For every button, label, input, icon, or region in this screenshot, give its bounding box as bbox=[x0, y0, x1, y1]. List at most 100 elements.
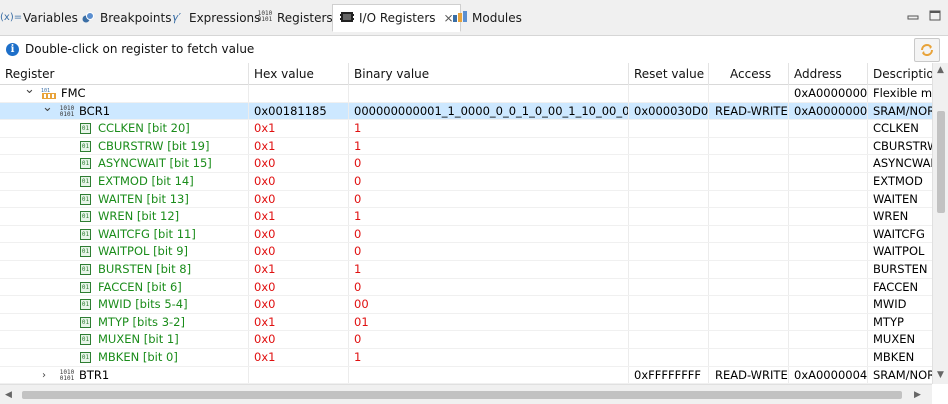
bitfield-icon: 01 bbox=[80, 158, 91, 170]
column-divider bbox=[708, 366, 709, 384]
bitfield-row[interactable]: 01 BURSTEN [bit 8] 0x1 1 BURSTEN bbox=[0, 261, 932, 279]
register-row[interactable]: › 1010 0101 BTR1 0xFFFFFFFF READ-WRITE 0xA0000… bbox=[0, 366, 932, 384]
binary-value: 0 bbox=[354, 279, 362, 294]
bitfield-row[interactable]: 01 FACCEN [bit 6] 0x0 0 FACCEN bbox=[0, 278, 932, 297]
tab-registers[interactable]: 1010 0101 Registers bbox=[257, 6, 333, 30]
bitfield-icon: 01 bbox=[80, 211, 91, 223]
maximize-icon[interactable] bbox=[929, 10, 941, 22]
bitfield-row[interactable]: 01 MWID [bits 5-4] 0x0 00 MWID bbox=[0, 296, 932, 314]
bitfield-row[interactable]: 01 WAITEN [bit 13] 0x0 0 WAITEN bbox=[0, 190, 932, 209]
column-header-reset-value[interactable]: Reset value bbox=[629, 63, 709, 85]
column-divider bbox=[788, 120, 789, 138]
hex-value: 0x0 bbox=[254, 174, 276, 188]
column-divider bbox=[867, 85, 868, 103]
bitfield-row[interactable]: 01 CCLKEN [bit 20] 0x1 1 CCLKEN bbox=[0, 120, 932, 138]
bitfield-icon: 01 bbox=[80, 264, 91, 275]
hex-value: 0x0 bbox=[254, 156, 276, 171]
bitfield-row[interactable]: 01 EXTMOD [bit 14] 0x0 0 EXTMOD bbox=[0, 173, 932, 191]
minimize-icon[interactable] bbox=[907, 10, 919, 22]
tab-variables[interactable]: (x)= Variables bbox=[0, 6, 78, 30]
refresh-button[interactable] bbox=[914, 38, 940, 62]
column-divider bbox=[708, 331, 709, 349]
horizontal-scroll-thumb[interactable] bbox=[22, 391, 902, 399]
register-name: MWID [bits 5-4] bbox=[98, 297, 188, 312]
hex-value: 0x1 bbox=[254, 138, 276, 153]
scroll-down-icon[interactable]: ▼ bbox=[937, 370, 944, 380]
tab-label: I/O Registers bbox=[359, 11, 436, 25]
tab-modules[interactable]: Modules bbox=[452, 6, 522, 30]
column-divider bbox=[628, 278, 629, 297]
expressions-icon: 𝛾′ bbox=[172, 11, 182, 24]
hex-value: 0x0 bbox=[254, 191, 276, 206]
tab-io-registers[interactable]: I/O Registers ⨯ bbox=[332, 4, 461, 32]
column-divider bbox=[348, 155, 349, 173]
chevron-down-icon[interactable]: ⌄ bbox=[24, 81, 35, 99]
scroll-right-icon[interactable]: ▶ bbox=[914, 390, 921, 400]
tab-expressions[interactable]: 𝛾′ Expressions bbox=[169, 6, 261, 30]
reset-value: 0xFFFFFFFF bbox=[634, 367, 702, 382]
bitfield-row[interactable]: 01 WAITCFG [bit 11] 0x0 0 WAITCFG bbox=[0, 225, 932, 244]
column-header-access[interactable]: Access bbox=[709, 63, 789, 85]
view-tab-bar: (x)= Variables Breakpoints 𝛾′ Expression… bbox=[0, 0, 948, 36]
scroll-up-icon[interactable]: ▲ bbox=[937, 65, 944, 75]
column-divider bbox=[867, 313, 868, 332]
bitfield-row[interactable]: 01 MBKEN [bit 0] 0x1 1 MBKEN bbox=[0, 349, 932, 367]
scroll-left-icon[interactable]: ◀ bbox=[5, 390, 12, 400]
column-divider bbox=[867, 278, 868, 297]
column-divider bbox=[708, 173, 709, 191]
variables-icon: (x)= bbox=[0, 12, 23, 23]
register-name: WAITCFG [bit 11] bbox=[98, 226, 196, 241]
column-header-address[interactable]: Address bbox=[789, 63, 868, 85]
chevron-down-icon[interactable]: ⌄ bbox=[42, 99, 53, 117]
column-divider bbox=[708, 137, 709, 156]
tab-breakpoints[interactable]: Breakpoints bbox=[80, 6, 171, 30]
column-divider bbox=[867, 243, 868, 261]
tab-label: Expressions bbox=[189, 11, 261, 25]
bitfield-row[interactable]: 01 WAITPOL [bit 9] 0x0 0 WAITPOL bbox=[0, 243, 932, 261]
column-divider bbox=[867, 296, 868, 314]
column-divider bbox=[628, 243, 629, 261]
horizontal-scrollbar[interactable]: ◀ ▶ bbox=[0, 384, 932, 404]
bitfield-row[interactable]: 01 ASYNCWAIT [bit 15] 0x0 0 ASYNCWAIT bbox=[0, 155, 932, 173]
column-header-register[interactable]: Register bbox=[0, 63, 249, 85]
register-name: BCR1 bbox=[79, 103, 111, 118]
column-divider bbox=[708, 208, 709, 226]
column-divider bbox=[867, 190, 868, 209]
binary-value: 000000000001_1_0000_0_0_1_0_00_1_10_00_0… bbox=[354, 103, 628, 118]
column-divider bbox=[628, 137, 629, 156]
column-divider bbox=[628, 225, 629, 244]
bitfield-row[interactable]: 01 MUXEN [bit 1] 0x0 0 MUXEN bbox=[0, 331, 932, 349]
column-divider bbox=[867, 120, 868, 138]
info-text: Double-click on register to fetch value bbox=[25, 42, 255, 56]
column-divider bbox=[788, 261, 789, 279]
tab-label: Modules bbox=[472, 11, 522, 25]
vertical-scrollbar[interactable]: ▲ ▼ bbox=[932, 63, 948, 384]
vertical-scroll-thumb[interactable] bbox=[937, 111, 945, 213]
column-divider bbox=[348, 137, 349, 156]
column-divider bbox=[708, 261, 709, 279]
bitfield-icon: 01 bbox=[80, 281, 91, 293]
bitfield-icon: 01 bbox=[80, 176, 91, 187]
io-registers-icon bbox=[339, 11, 355, 25]
bitfield-row[interactable]: 01 CBURSTRW [bit 19] 0x1 1 CBURSTRW bbox=[0, 137, 932, 156]
column-header-description[interactable]: Description bbox=[868, 63, 932, 85]
hex-value: 0x1 bbox=[254, 121, 276, 136]
hex-value: 0x0 bbox=[254, 332, 276, 347]
column-divider bbox=[788, 190, 789, 209]
access-value: READ-WRITE bbox=[715, 103, 788, 118]
description: ASYNCWAIT bbox=[873, 156, 932, 171]
peripheral-row[interactable]: ⌄101FMC0xA0000000Flexible memory control… bbox=[0, 82, 932, 103]
register-name: WREN [bit 12] bbox=[98, 209, 180, 224]
register-name: BURSTEN [bit 8] bbox=[98, 262, 192, 276]
chevron-right-icon[interactable]: › bbox=[42, 367, 46, 384]
bitfield-row[interactable]: 01 WREN [bit 12] 0x1 1 WREN bbox=[0, 208, 932, 226]
bitfield-row[interactable]: 01 MTYP [bits 3-2] 0x1 01 MTYP bbox=[0, 313, 932, 332]
binary-value: 1 bbox=[354, 350, 362, 364]
hex-value bbox=[254, 85, 348, 103]
column-divider bbox=[788, 225, 789, 244]
column-divider bbox=[628, 261, 629, 279]
register-row[interactable]: ⌄ 1010 0101 BCR1 0x00181185 000000000001_1_00… bbox=[0, 100, 932, 121]
register-name: WAITPOL [bit 9] bbox=[98, 244, 189, 259]
column-header-hex-value[interactable]: Hex value bbox=[249, 63, 349, 85]
column-header-binary-value[interactable]: Binary value bbox=[349, 63, 629, 85]
